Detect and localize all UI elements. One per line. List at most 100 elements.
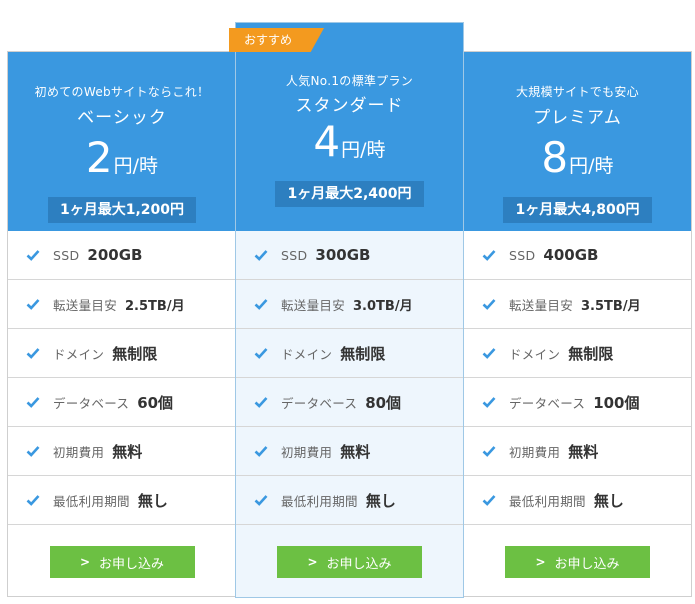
recommended-badge: おすすめ [229, 28, 324, 52]
feature-value: 300GB [315, 246, 371, 264]
feature-label: 最低利用期間 [53, 493, 130, 509]
feature-item: 最低利用期間 無し [236, 476, 463, 525]
check-icon [26, 250, 40, 261]
feature-value: 無制限 [340, 344, 386, 363]
feature-value: 無し [137, 491, 168, 510]
feature-item: データベース 80個 [236, 378, 463, 427]
check-icon [26, 397, 40, 408]
feature-value: 無料 [112, 442, 143, 461]
feature-item: 初期費用 無料 [8, 427, 236, 476]
feature-item: データベース 60個 [8, 378, 236, 427]
check-icon [26, 446, 40, 457]
feature-item: 最低利用期間 無し [464, 476, 691, 525]
feature-label: SSD [509, 247, 536, 263]
feature-label: SSD [53, 247, 80, 263]
check-icon [26, 299, 40, 310]
monthly-max-price: 1ヶ月最大4,800円 [503, 197, 652, 223]
plan-header: 大規模サイトでも安心 プレミアム 8円/時 1ヶ月最大4,800円 [464, 52, 691, 231]
check-icon [26, 348, 40, 359]
check-icon [254, 446, 268, 457]
feature-item: SSD 200GB [8, 231, 236, 280]
feature-label: 転送量目安 [53, 297, 118, 313]
feature-item: 転送量目安 3.0TB/月 [236, 280, 463, 329]
plan-card-basic: 初めてのWebサイトならこれ！ ベーシック 2円/時 1ヶ月最大1,200円 S… [7, 51, 237, 597]
apply-button-standard[interactable]: > お申し込み [277, 546, 422, 578]
price-unit: 円/時 [341, 139, 386, 161]
check-icon [482, 250, 496, 261]
feature-value: 200GB [87, 246, 143, 264]
feature-label: 初期費用 [53, 444, 105, 460]
monthly-max-price: 1ヶ月最大2,400円 [275, 181, 424, 207]
feature-list: SSD 200GB 転送量目安 2.5TB/月 ドメイン 無制限 データベース 60個 … [8, 231, 236, 525]
apply-button-basic[interactable]: > お申し込み [49, 546, 195, 578]
check-icon [26, 495, 40, 506]
feature-value: 3.0TB/月 [353, 298, 413, 314]
feature-item: 転送量目安 3.5TB/月 [464, 280, 691, 329]
feature-value: 100個 [593, 393, 640, 412]
feature-value: 60個 [137, 393, 174, 412]
feature-item: 最低利用期間 無し [8, 476, 236, 525]
feature-label: ドメイン [281, 346, 333, 362]
feature-label: ドメイン [53, 346, 105, 362]
check-icon [482, 495, 496, 506]
feature-label: データベース [281, 395, 358, 411]
plan-subtitle: 大規模サイトでも安心 [515, 85, 639, 99]
check-icon [482, 299, 496, 310]
price-unit: 円/時 [113, 155, 159, 177]
check-icon [254, 299, 268, 310]
feature-label: 最低利用期間 [509, 493, 586, 509]
monthly-max-price: 1ヶ月最大1,200円 [47, 197, 197, 223]
price-number: 4 [313, 117, 341, 166]
plan-price: 4円/時 [236, 120, 463, 173]
check-icon [482, 348, 496, 359]
plan-card-standard: おすすめ 人気No.1の標準プラン スタンダード 4円/時 1ヶ月最大2,400… [229, 22, 464, 599]
feature-label: 転送量目安 [509, 297, 574, 313]
price-number: 2 [85, 133, 113, 182]
plan-header: おすすめ 人気No.1の標準プラン スタンダード 4円/時 1ヶ月最大2,400… [229, 23, 463, 231]
feature-item: 転送量目安 2.5TB/月 [8, 280, 236, 329]
feature-value: 無料 [340, 442, 371, 461]
feature-value: 無し [365, 491, 396, 510]
check-icon [254, 495, 268, 506]
feature-label: データベース [53, 395, 130, 411]
feature-item: 初期費用 無料 [464, 427, 691, 476]
feature-value: 無し [593, 491, 624, 510]
plan-subtitle: 初めてのWebサイトならこれ！ [34, 85, 210, 99]
feature-value: 無制限 [112, 344, 158, 363]
feature-label: 最低利用期間 [281, 493, 358, 509]
check-icon [254, 348, 268, 359]
feature-value: 無制限 [568, 344, 614, 363]
feature-label: ドメイン [509, 346, 561, 362]
feature-value: 無料 [568, 442, 599, 461]
feature-label: データベース [509, 395, 586, 411]
price-unit: 円/時 [569, 155, 614, 177]
feature-value: 3.5TB/月 [581, 298, 641, 314]
apply-button-label: お申し込み [99, 556, 165, 572]
chevron-right-icon: > [79, 555, 91, 569]
cta-area: > お申し込み [464, 525, 691, 599]
feature-item: ドメイン 無制限 [8, 329, 236, 378]
plan-name: ベーシック [77, 108, 167, 128]
plan-name: スタンダード [295, 96, 404, 116]
feature-item: ドメイン 無制限 [236, 329, 463, 378]
feature-value: 80個 [365, 393, 402, 412]
apply-button-label: お申し込み [326, 556, 392, 572]
plan-name: プレミアム [533, 108, 622, 128]
cta-area: > お申し込み [8, 525, 236, 599]
apply-button-label: お申し込み [554, 556, 620, 572]
feature-label: SSD [281, 247, 308, 263]
check-icon [254, 250, 268, 261]
feature-label: 初期費用 [281, 444, 333, 460]
feature-label: 初期費用 [509, 444, 561, 460]
price-number: 8 [541, 133, 569, 182]
apply-button-premium[interactable]: > お申し込み [505, 546, 650, 578]
plan-price: 2円/時 [8, 136, 236, 189]
feature-list: SSD 300GB 転送量目安 3.0TB/月 ドメイン 無制限 データベース 80個 … [236, 231, 463, 525]
feature-item: SSD 400GB [464, 231, 691, 280]
feature-list: SSD 400GB 転送量目安 3.5TB/月 ドメイン 無制限 データベース 100個… [464, 231, 691, 525]
chevron-right-icon: > [535, 555, 546, 569]
feature-value: 400GB [543, 246, 599, 264]
cta-area: > お申し込み [236, 525, 463, 599]
plan-price: 8円/時 [464, 136, 691, 189]
chevron-right-icon: > [307, 555, 318, 569]
